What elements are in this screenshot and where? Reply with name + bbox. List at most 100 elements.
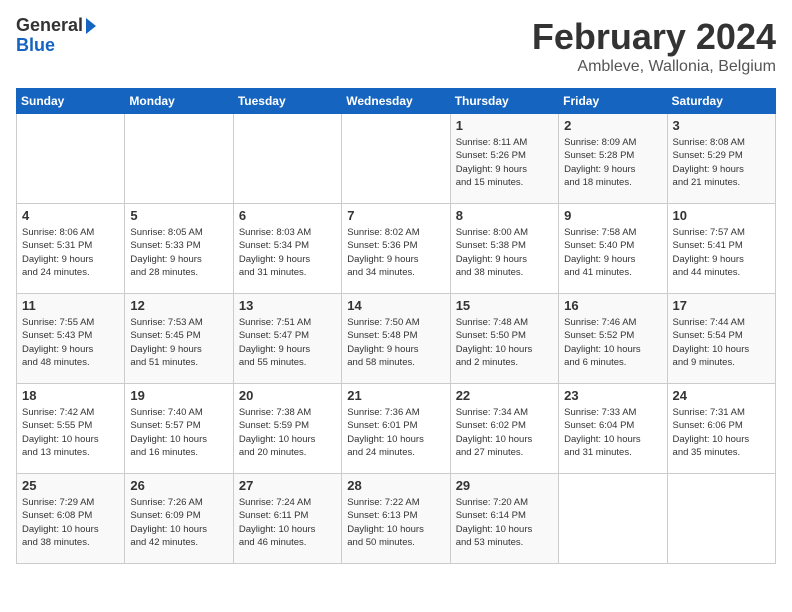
table-row: 28 Sunrise: 7:22 AM Sunset: 6:13 PM Dayli… (342, 474, 450, 564)
col-thursday: Thursday (450, 89, 558, 114)
month-title: February 2024 (532, 16, 776, 58)
day-number: 20 (239, 388, 336, 403)
day-number: 11 (22, 298, 119, 313)
table-row: 24 Sunrise: 7:31 AM Sunset: 6:06 PM Dayli… (667, 384, 775, 474)
table-row: 3 Sunrise: 8:08 AM Sunset: 5:29 PM Daylig… (667, 114, 775, 204)
day-number: 14 (347, 298, 444, 313)
day-info: Sunrise: 7:24 AM Sunset: 6:11 PM Dayligh… (239, 496, 336, 549)
day-number: 21 (347, 388, 444, 403)
table-row (125, 114, 233, 204)
table-row: 5Sunrise: 8:05 AM Sunset: 5:33 PM Daylig… (125, 204, 233, 294)
table-row: 8 Sunrise: 8:00 AM Sunset: 5:38 PM Daylig… (450, 204, 558, 294)
day-number: 12 (130, 298, 227, 313)
calendar-table: Sunday Monday Tuesday Wednesday Thursday… (16, 88, 776, 564)
day-number: 4 (22, 208, 119, 223)
table-row: 21 Sunrise: 7:36 AM Sunset: 6:01 PM Dayli… (342, 384, 450, 474)
table-row: 22Sunrise: 7:34 AM Sunset: 6:02 PM Dayli… (450, 384, 558, 474)
day-info: Sunrise: 7:26 AM Sunset: 6:09 PM Dayligh… (130, 496, 227, 549)
table-row: 4 Sunrise: 8:06 AM Sunset: 5:31 PM Daylig… (17, 204, 125, 294)
title-block: February 2024 Ambleve, Wallonia, Belgium (532, 16, 776, 76)
day-number: 26 (130, 478, 227, 493)
table-row: 10 Sunrise: 7:57 AM Sunset: 5:41 PM Dayli… (667, 204, 775, 294)
table-row (342, 114, 450, 204)
day-info: Sunrise: 7:38 AM Sunset: 5:59 PM Dayligh… (239, 406, 336, 459)
day-info: Sunrise: 8:02 AM Sunset: 5:36 PM Dayligh… (347, 226, 444, 279)
table-row: 9 Sunrise: 7:58 AM Sunset: 5:40 PM Daylig… (559, 204, 667, 294)
day-info: Sunrise: 8:08 AM Sunset: 5:29 PM Dayligh… (673, 136, 770, 189)
table-row: 20 Sunrise: 7:38 AM Sunset: 5:59 PM Dayli… (233, 384, 341, 474)
calendar-week-row: 4 Sunrise: 8:06 AM Sunset: 5:31 PM Daylig… (17, 204, 776, 294)
day-info: Sunrise: 7:20 AM Sunset: 6:14 PM Dayligh… (456, 496, 553, 549)
day-info: Sunrise: 7:42 AM Sunset: 5:55 PM Dayligh… (22, 406, 119, 459)
table-row: 26 Sunrise: 7:26 AM Sunset: 6:09 PM Dayli… (125, 474, 233, 564)
logo: General Blue (16, 16, 96, 56)
calendar-week-row: 1Sunrise: 8:11 AM Sunset: 5:26 PM Daylig… (17, 114, 776, 204)
day-info: Sunrise: 7:57 AM Sunset: 5:41 PM Dayligh… (673, 226, 770, 279)
day-info: Sunrise: 7:53 AM Sunset: 5:45 PM Dayligh… (130, 316, 227, 369)
day-info: Sunrise: 7:58 AM Sunset: 5:40 PM Dayligh… (564, 226, 661, 279)
table-row: 14 Sunrise: 7:50 AM Sunset: 5:48 PM Dayli… (342, 294, 450, 384)
day-info: Sunrise: 7:48 AM Sunset: 5:50 PM Dayligh… (456, 316, 553, 369)
day-number: 7 (347, 208, 444, 223)
day-number: 1 (456, 118, 553, 133)
day-info: Sunrise: 7:31 AM Sunset: 6:06 PM Dayligh… (673, 406, 770, 459)
calendar-week-row: 11Sunrise: 7:55 AM Sunset: 5:43 PM Dayli… (17, 294, 776, 384)
day-info: Sunrise: 7:46 AM Sunset: 5:52 PM Dayligh… (564, 316, 661, 369)
col-friday: Friday (559, 89, 667, 114)
day-info: Sunrise: 7:22 AM Sunset: 6:13 PM Dayligh… (347, 496, 444, 549)
day-number: 18 (22, 388, 119, 403)
day-number: 13 (239, 298, 336, 313)
day-number: 24 (673, 388, 770, 403)
day-number: 8 (456, 208, 553, 223)
day-number: 10 (673, 208, 770, 223)
day-info: Sunrise: 7:33 AM Sunset: 6:04 PM Dayligh… (564, 406, 661, 459)
table-row (667, 474, 775, 564)
day-number: 28 (347, 478, 444, 493)
day-info: Sunrise: 8:09 AM Sunset: 5:28 PM Dayligh… (564, 136, 661, 189)
day-info: Sunrise: 8:00 AM Sunset: 5:38 PM Dayligh… (456, 226, 553, 279)
table-row (233, 114, 341, 204)
day-number: 9 (564, 208, 661, 223)
table-row: 27Sunrise: 7:24 AM Sunset: 6:11 PM Dayli… (233, 474, 341, 564)
day-info: Sunrise: 8:06 AM Sunset: 5:31 PM Dayligh… (22, 226, 119, 279)
table-row: 1Sunrise: 8:11 AM Sunset: 5:26 PM Daylig… (450, 114, 558, 204)
day-number: 17 (673, 298, 770, 313)
table-row: 19Sunrise: 7:40 AM Sunset: 5:57 PM Dayli… (125, 384, 233, 474)
day-info: Sunrise: 7:29 AM Sunset: 6:08 PM Dayligh… (22, 496, 119, 549)
day-info: Sunrise: 7:40 AM Sunset: 5:57 PM Dayligh… (130, 406, 227, 459)
table-row: 6Sunrise: 8:03 AM Sunset: 5:34 PM Daylig… (233, 204, 341, 294)
calendar-week-row: 18 Sunrise: 7:42 AM Sunset: 5:55 PM Dayli… (17, 384, 776, 474)
day-number: 15 (456, 298, 553, 313)
table-row: 29 Sunrise: 7:20 AM Sunset: 6:14 PM Dayli… (450, 474, 558, 564)
table-row: 18 Sunrise: 7:42 AM Sunset: 5:55 PM Dayli… (17, 384, 125, 474)
day-number: 23 (564, 388, 661, 403)
day-number: 16 (564, 298, 661, 313)
table-row: 11Sunrise: 7:55 AM Sunset: 5:43 PM Dayli… (17, 294, 125, 384)
day-info: Sunrise: 7:36 AM Sunset: 6:01 PM Dayligh… (347, 406, 444, 459)
table-row: 25 Sunrise: 7:29 AM Sunset: 6:08 PM Dayli… (17, 474, 125, 564)
table-row: 2 Sunrise: 8:09 AM Sunset: 5:28 PM Daylig… (559, 114, 667, 204)
location-subtitle: Ambleve, Wallonia, Belgium (532, 58, 776, 76)
table-row: 12 Sunrise: 7:53 AM Sunset: 5:45 PM Dayli… (125, 294, 233, 384)
col-tuesday: Tuesday (233, 89, 341, 114)
day-info: Sunrise: 7:51 AM Sunset: 5:47 PM Dayligh… (239, 316, 336, 369)
calendar-week-row: 25 Sunrise: 7:29 AM Sunset: 6:08 PM Dayli… (17, 474, 776, 564)
table-row: 16 Sunrise: 7:46 AM Sunset: 5:52 PM Dayli… (559, 294, 667, 384)
day-number: 2 (564, 118, 661, 133)
day-number: 29 (456, 478, 553, 493)
col-wednesday: Wednesday (342, 89, 450, 114)
col-sunday: Sunday (17, 89, 125, 114)
day-number: 3 (673, 118, 770, 133)
table-row: 23 Sunrise: 7:33 AM Sunset: 6:04 PM Dayli… (559, 384, 667, 474)
table-row (17, 114, 125, 204)
calendar-header-row: Sunday Monday Tuesday Wednesday Thursday… (17, 89, 776, 114)
day-number: 25 (22, 478, 119, 493)
day-info: Sunrise: 7:34 AM Sunset: 6:02 PM Dayligh… (456, 406, 553, 459)
day-info: Sunrise: 8:05 AM Sunset: 5:33 PM Dayligh… (130, 226, 227, 279)
col-monday: Monday (125, 89, 233, 114)
day-info: Sunrise: 8:03 AM Sunset: 5:34 PM Dayligh… (239, 226, 336, 279)
day-info: Sunrise: 7:50 AM Sunset: 5:48 PM Dayligh… (347, 316, 444, 369)
day-info: Sunrise: 7:44 AM Sunset: 5:54 PM Dayligh… (673, 316, 770, 369)
table-row: 7 Sunrise: 8:02 AM Sunset: 5:36 PM Daylig… (342, 204, 450, 294)
table-row: 13 Sunrise: 7:51 AM Sunset: 5:47 PM Dayli… (233, 294, 341, 384)
